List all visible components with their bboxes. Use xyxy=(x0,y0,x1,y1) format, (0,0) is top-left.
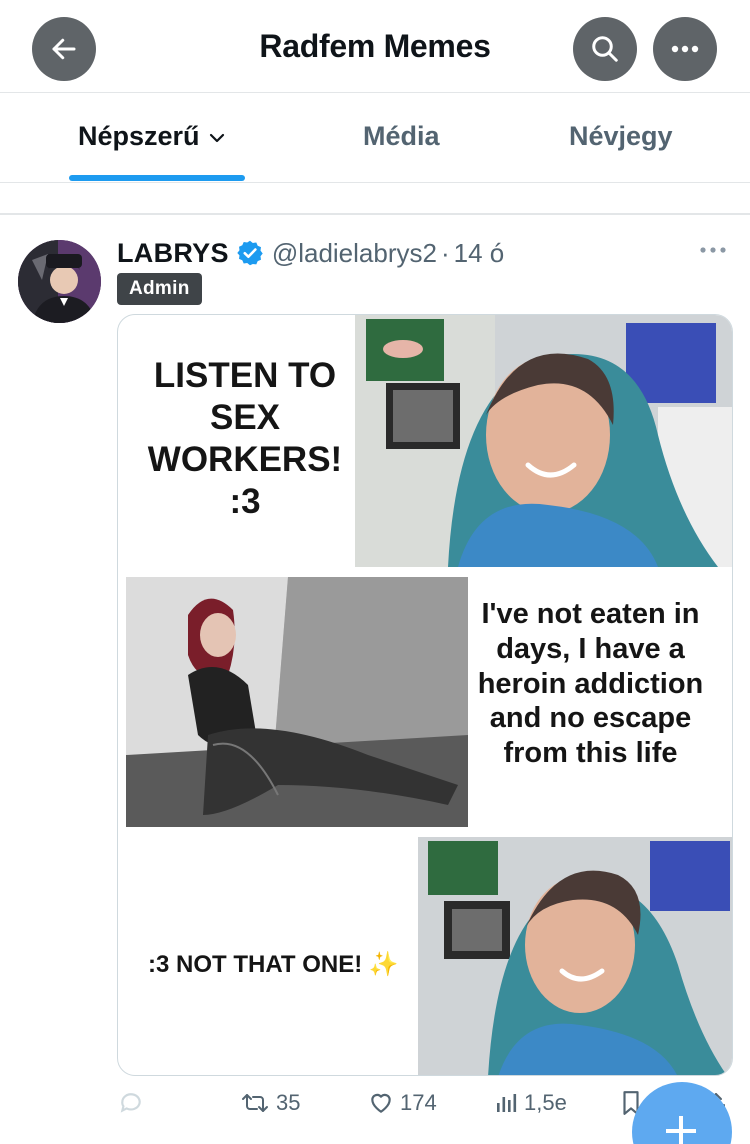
search-icon xyxy=(592,36,618,62)
repost-count: 35 xyxy=(276,1090,301,1115)
separator-dot: · xyxy=(440,237,450,268)
divider xyxy=(0,183,750,215)
tab-popular-label: Népszerű xyxy=(78,121,200,151)
views-button[interactable]: 1,5e xyxy=(494,1090,567,1116)
reply-icon xyxy=(120,1093,141,1113)
tab-media[interactable]: Média xyxy=(363,121,440,152)
verified-badge-icon xyxy=(236,239,264,267)
post-more-button[interactable] xyxy=(698,242,728,260)
heart-icon xyxy=(371,1093,391,1113)
tab-popular[interactable]: Népszerű xyxy=(78,121,226,152)
community-tabs: Népszerű Média Névjegy xyxy=(0,93,750,183)
meme-panel3-text: :3 NOT THAT ONE! ✨ xyxy=(148,951,399,978)
repost-button[interactable]: 35 xyxy=(240,1090,300,1116)
role-badge: Admin xyxy=(117,273,202,305)
repost-icon xyxy=(242,1094,268,1112)
more-button[interactable] xyxy=(653,17,717,81)
search-button[interactable] xyxy=(573,17,637,81)
chevron-down-icon xyxy=(209,133,224,142)
active-tab-indicator xyxy=(69,175,245,181)
user-handle[interactable]: @ladielabrys2 xyxy=(272,238,437,269)
top-bar: Radfem Memes xyxy=(0,0,750,93)
avatar[interactable] xyxy=(18,240,101,323)
tab-about[interactable]: Névjegy xyxy=(569,121,673,152)
views-chart-icon xyxy=(497,1094,517,1112)
more-horizontal-icon xyxy=(671,45,699,53)
reply-button[interactable] xyxy=(118,1090,150,1116)
post-timestamp[interactable]: 14 ó xyxy=(454,238,505,269)
avatar-image xyxy=(18,240,101,323)
meme-panel1-text: LISTEN TO SEX WORKERS! :3 xyxy=(147,356,343,521)
like-button[interactable]: 174 xyxy=(368,1090,437,1116)
community-title: Radfem Memes xyxy=(259,28,491,64)
more-horizontal-icon xyxy=(700,247,726,253)
like-count: 174 xyxy=(400,1090,437,1115)
post-image[interactable]: LISTEN TO SEX WORKERS! :3 I've not eaten… xyxy=(117,314,733,1076)
meme-panel2-text: I've not eaten in days, I have a heroin … xyxy=(477,598,704,770)
views-count: 1,5e xyxy=(524,1090,567,1115)
post-header: LABRYS @ladielabrys2 · 14 ó xyxy=(117,236,504,270)
display-name[interactable]: LABRYS xyxy=(117,238,229,269)
